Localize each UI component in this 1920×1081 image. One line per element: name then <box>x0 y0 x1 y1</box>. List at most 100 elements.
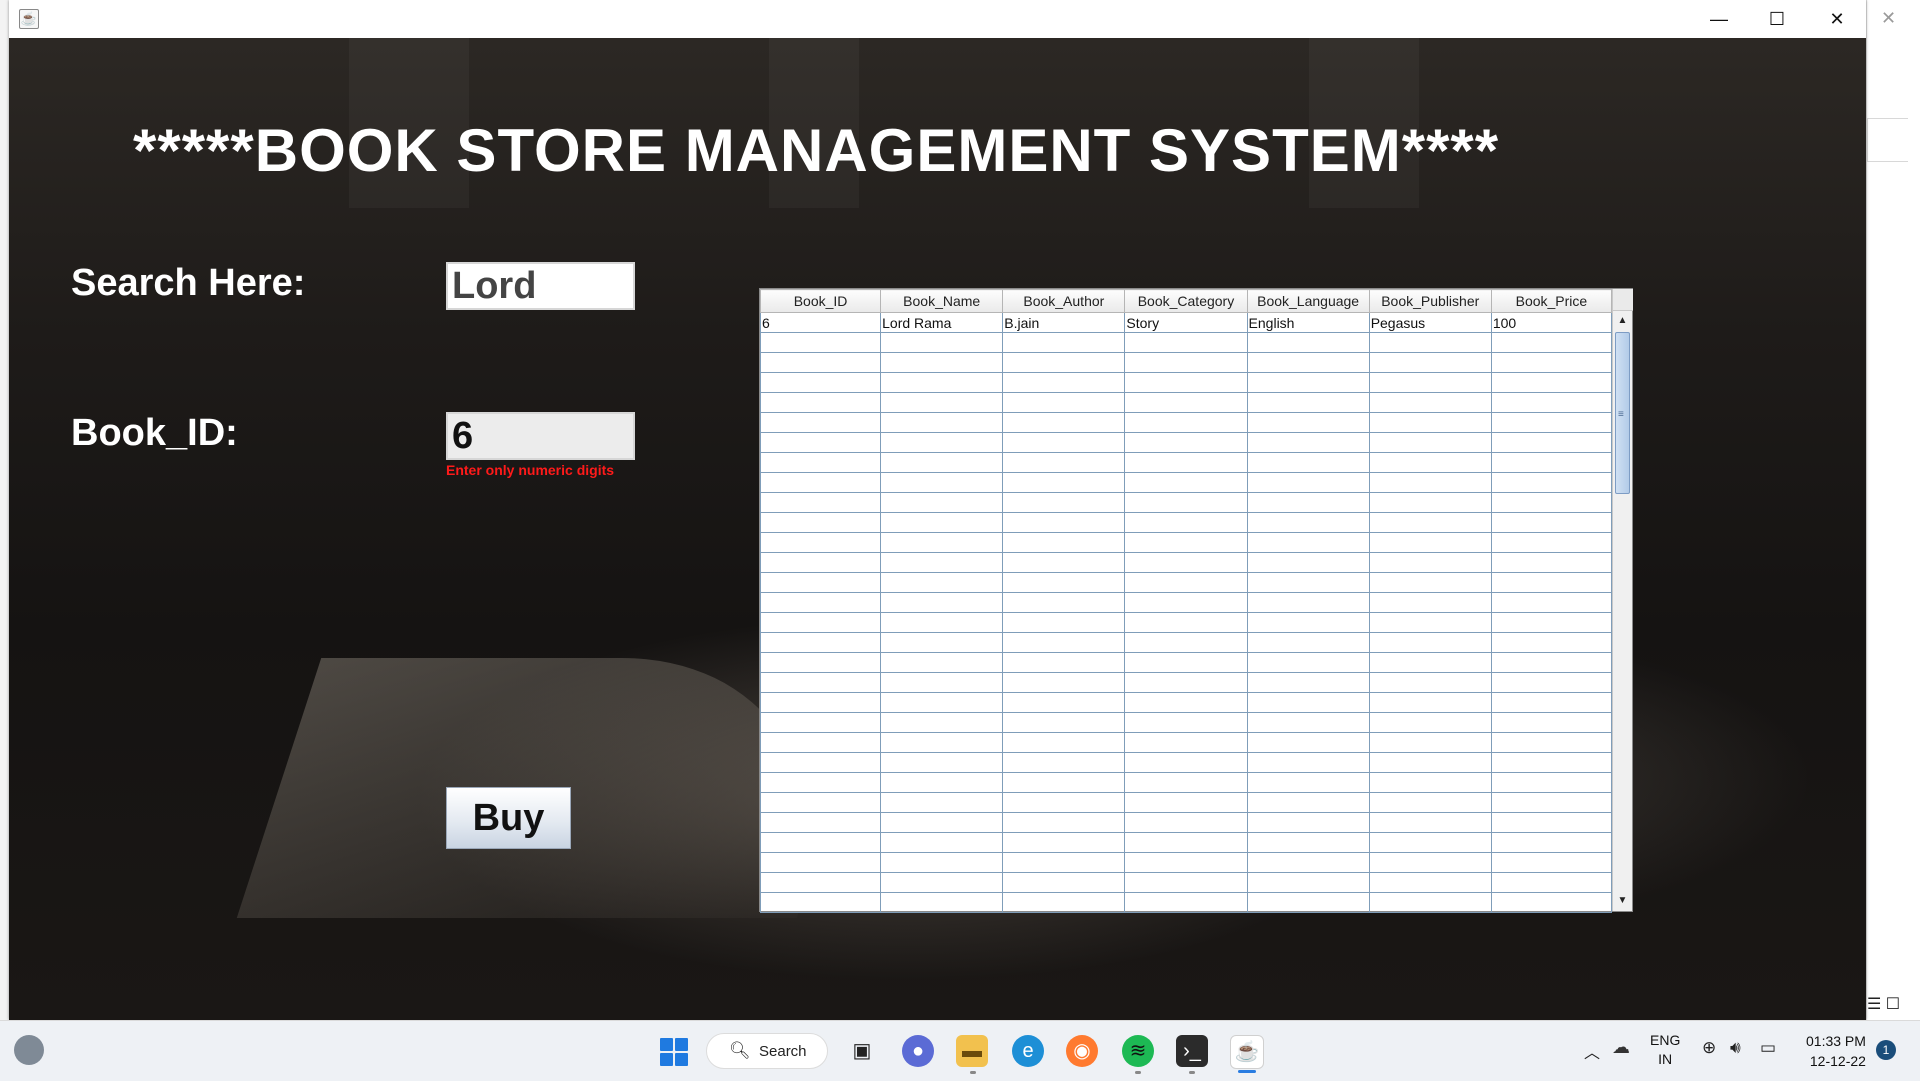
table-cell[interactable] <box>1368 552 1492 573</box>
table-cell[interactable] <box>1490 652 1613 673</box>
table-cell[interactable]: Pegasus <box>1368 312 1492 333</box>
table-cell[interactable] <box>1246 792 1370 813</box>
clock[interactable]: 01:33 PM 12-12-22 <box>1806 1031 1866 1071</box>
table-cell[interactable] <box>1490 772 1613 793</box>
table-row-empty[interactable] <box>759 732 1613 753</box>
table-cell[interactable] <box>1002 492 1126 513</box>
table-cell[interactable] <box>1490 612 1613 633</box>
table-cell[interactable]: 6 <box>759 312 882 333</box>
table-row-empty[interactable] <box>759 432 1613 453</box>
table-cell[interactable] <box>1368 492 1492 513</box>
table-row-empty[interactable] <box>759 772 1613 793</box>
table-cell[interactable]: English <box>1246 312 1370 333</box>
table-cell[interactable] <box>1490 712 1613 733</box>
table-cell[interactable] <box>880 632 1004 653</box>
table-cell[interactable] <box>1002 832 1126 853</box>
table-cell[interactable] <box>1490 332 1613 353</box>
table-cell[interactable] <box>1124 852 1248 873</box>
table-cell[interactable]: B.jain <box>1002 312 1126 333</box>
table-cell[interactable] <box>1002 412 1126 433</box>
background-close-icon[interactable]: ✕ <box>1881 8 1896 29</box>
table-cell[interactable] <box>1246 352 1370 373</box>
table-cell[interactable] <box>1368 612 1492 633</box>
table-cell[interactable] <box>880 532 1004 553</box>
table-cell[interactable] <box>759 472 882 493</box>
table-cell[interactable] <box>1002 632 1126 653</box>
table-cell[interactable] <box>759 852 882 873</box>
table-cell[interactable] <box>1124 612 1248 633</box>
table-row-empty[interactable] <box>759 532 1613 553</box>
table-cell[interactable] <box>1002 372 1126 393</box>
column-header[interactable]: Book_Language <box>1246 289 1370 313</box>
table-cell[interactable] <box>880 372 1004 393</box>
table-cell[interactable] <box>880 772 1004 793</box>
table-cell[interactable] <box>880 692 1004 713</box>
table-cell[interactable] <box>1002 872 1126 893</box>
table-cell[interactable] <box>1124 752 1248 773</box>
table-cell[interactable] <box>759 612 882 633</box>
table-cell[interactable] <box>1002 452 1126 473</box>
table-cell[interactable] <box>1124 792 1248 813</box>
table-cell[interactable] <box>1124 632 1248 653</box>
table-cell[interactable] <box>1490 812 1613 833</box>
column-header[interactable]: Book_Category <box>1124 289 1248 313</box>
table-cell[interactable] <box>1246 452 1370 473</box>
column-header[interactable]: Book_ID <box>759 289 882 313</box>
table-cell[interactable]: 100 <box>1490 312 1613 333</box>
edge-browser-icon[interactable]: e <box>1012 1035 1044 1067</box>
table-vertical-scrollbar[interactable]: ▲ ≡ ▼ <box>1612 289 1633 911</box>
table-row-empty[interactable] <box>759 492 1613 513</box>
table-cell[interactable] <box>759 892 882 913</box>
table-cell[interactable] <box>1246 812 1370 833</box>
table-cell[interactable] <box>759 332 882 353</box>
table-row-empty[interactable] <box>759 412 1613 433</box>
table-cell[interactable] <box>1002 352 1126 373</box>
onedrive-icon[interactable]: ☁ <box>1612 1037 1630 1058</box>
table-cell[interactable] <box>880 612 1004 633</box>
table-cell[interactable] <box>759 792 882 813</box>
search-input[interactable] <box>446 262 635 310</box>
volume-icon[interactable]: 🔊︎ <box>1730 1038 1741 1058</box>
table-cell[interactable] <box>1124 652 1248 673</box>
table-cell[interactable] <box>1490 832 1613 853</box>
table-cell[interactable] <box>759 572 882 593</box>
table-cell[interactable] <box>1368 432 1492 453</box>
table-cell[interactable] <box>880 392 1004 413</box>
table-cell[interactable] <box>1124 772 1248 793</box>
table-cell[interactable] <box>1246 532 1370 553</box>
table-cell[interactable] <box>1124 372 1248 393</box>
table-cell[interactable] <box>1490 352 1613 373</box>
table-cell[interactable] <box>759 392 882 413</box>
table-cell[interactable] <box>880 892 1004 913</box>
table-cell[interactable] <box>1246 512 1370 533</box>
table-cell[interactable] <box>1368 792 1492 813</box>
table-cell[interactable] <box>880 492 1004 513</box>
table-cell[interactable] <box>1246 412 1370 433</box>
table-cell[interactable] <box>880 812 1004 833</box>
table-cell[interactable] <box>759 632 882 653</box>
table-cell[interactable] <box>1002 652 1126 673</box>
table-cell[interactable] <box>1246 592 1370 613</box>
table-cell[interactable] <box>1002 512 1126 533</box>
table-row-empty[interactable] <box>759 632 1613 653</box>
table-cell[interactable] <box>1246 572 1370 593</box>
notification-badge[interactable]: 1 <box>1876 1040 1896 1060</box>
table-cell[interactable] <box>1124 392 1248 413</box>
battery-icon[interactable]: ▭ <box>1760 1038 1776 1058</box>
table-cell[interactable] <box>759 412 882 433</box>
table-cell[interactable] <box>1246 632 1370 653</box>
network-icon[interactable]: ⊕ <box>1702 1038 1716 1058</box>
table-cell[interactable] <box>1002 772 1126 793</box>
table-cell[interactable] <box>1002 732 1126 753</box>
table-row-empty[interactable] <box>759 692 1613 713</box>
table-cell[interactable] <box>1490 692 1613 713</box>
table-cell[interactable] <box>1246 712 1370 733</box>
table-cell[interactable] <box>1368 872 1492 893</box>
table-cell[interactable] <box>1490 392 1613 413</box>
table-cell[interactable] <box>1002 332 1126 353</box>
table-cell[interactable] <box>1490 372 1613 393</box>
table-cell[interactable] <box>1124 492 1248 513</box>
table-cell[interactable] <box>759 432 882 453</box>
table-row-empty[interactable] <box>759 812 1613 833</box>
table-row-empty[interactable] <box>759 592 1613 613</box>
